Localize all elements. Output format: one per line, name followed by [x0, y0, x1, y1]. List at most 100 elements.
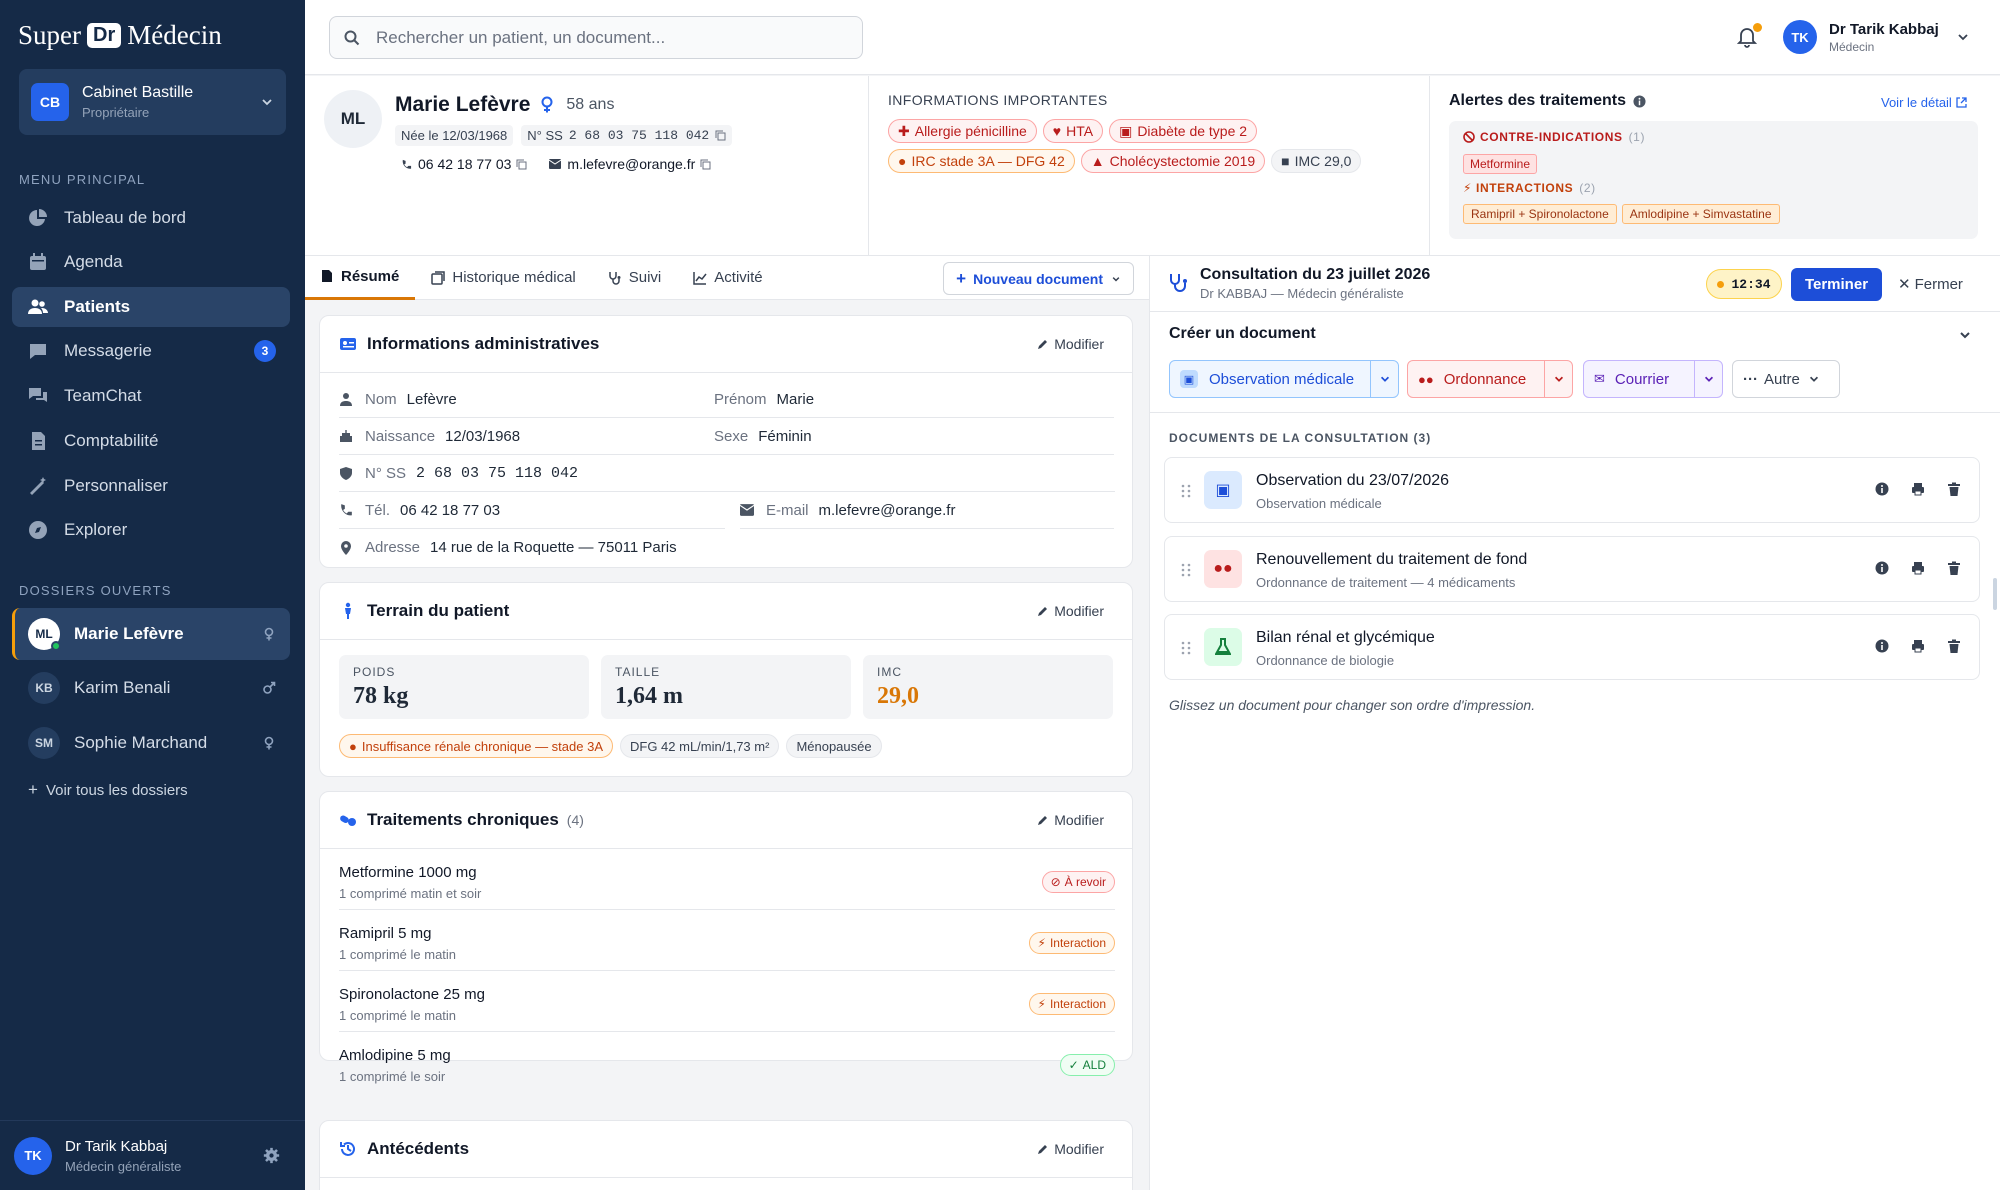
scrollbar[interactable] — [1993, 578, 1997, 610]
sidebar-item-dashboard[interactable]: Tableau de bord — [12, 198, 290, 238]
modify-button[interactable]: Modifier — [1037, 336, 1104, 352]
chevron-down-icon[interactable] — [1544, 361, 1572, 397]
mail-icon — [740, 504, 754, 516]
interaction-tag[interactable]: Amlodipine + Simvastatine — [1621, 204, 1780, 224]
sidebar-item-messagerie[interactable]: Messagerie 3 — [12, 331, 290, 371]
field-email: E-mail m.lefevre@orange.fr — [740, 492, 1114, 529]
bolt-icon: ⚡ — [1037, 936, 1046, 950]
treatment-row[interactable]: Spironolactone 25 mg 1 comprimé le matin… — [339, 971, 1115, 1032]
shield-icon — [340, 467, 352, 480]
document-type: Ordonnance de biologie — [1256, 653, 1395, 668]
gear-icon[interactable] — [263, 1147, 280, 1164]
search-input[interactable]: Rechercher un patient, un document... — [329, 16, 863, 59]
see-all-dossiers-link[interactable]: + Voir tous les dossiers — [28, 780, 188, 800]
document-item[interactable]: ●● Renouvellement du traitement de fond … — [1164, 536, 1980, 602]
copy-icon[interactable] — [516, 159, 527, 170]
sidebar-user[interactable]: TK Dr Tarik Kabbaj Médecin généraliste — [0, 1120, 305, 1190]
modify-button[interactable]: Modifier — [1037, 812, 1104, 828]
alerts-detail-link[interactable]: Voir le détail — [1881, 95, 1967, 110]
chevron-down-icon[interactable] — [1694, 361, 1722, 397]
patient-email: m.lefevre@orange.fr — [567, 156, 696, 172]
chevron-down-icon — [1112, 276, 1120, 281]
chevron-down-icon[interactable] — [1958, 328, 1972, 342]
print-icon[interactable] — [1911, 482, 1925, 496]
create-doc-title: Créer un document — [1169, 325, 1316, 342]
bolt-icon: ⚡ — [1463, 181, 1473, 195]
treatment-name: Amlodipine 5 mg — [339, 1047, 451, 1064]
finish-button[interactable]: Terminer — [1791, 268, 1882, 301]
dfg-chip: DFG 42 mL/min/1,73 m² — [620, 734, 780, 758]
male-icon — [263, 681, 276, 694]
copy-icon[interactable] — [715, 130, 726, 141]
info-icon[interactable] — [1875, 639, 1889, 653]
chevron-down-icon — [262, 99, 272, 106]
notifications-button[interactable] — [1737, 23, 1762, 48]
sidebar-item-explorer[interactable]: Explorer — [12, 510, 290, 550]
avatar: TK — [1783, 20, 1817, 54]
cabinet-switcher[interactable]: CB Cabinet Bastille Propriétaire — [19, 69, 286, 135]
new-document-button[interactable]: + Nouveau document — [943, 262, 1134, 295]
drag-handle-icon[interactable] — [1181, 563, 1191, 577]
status-badge: ✓ ALD — [1059, 1054, 1115, 1076]
sidebar-item-personnaliser[interactable]: Personnaliser — [12, 466, 290, 506]
trash-icon[interactable] — [1947, 482, 1961, 496]
copy-icon[interactable] — [700, 159, 711, 170]
drag-handle-icon[interactable] — [1181, 641, 1191, 655]
create-courrier-button[interactable]: ✉ Courrier — [1583, 360, 1723, 398]
dossier-item-sophie[interactable]: SM Sophie Marchand — [12, 717, 290, 769]
print-icon[interactable] — [1911, 561, 1925, 575]
field-sexe: Sexe Féminin — [714, 418, 1114, 455]
topbar: Rechercher un patient, un document... TK… — [305, 0, 2000, 75]
close-button[interactable]: ✕ Fermer — [1898, 275, 1963, 294]
plus-icon: + — [28, 780, 38, 799]
trash-icon[interactable] — [1947, 639, 1961, 653]
info-icon[interactable] — [1875, 482, 1889, 496]
modify-button[interactable]: Modifier — [1037, 603, 1104, 619]
sidebar-item-teamchat[interactable]: TeamChat — [12, 376, 290, 416]
allergy-chip: ✚ Allergie pénicilline — [888, 119, 1037, 143]
tab-activite[interactable]: Activité — [677, 256, 778, 300]
tab-resume[interactable]: Résumé — [305, 256, 416, 300]
avatar: TK — [14, 1136, 52, 1175]
diabetes-chip: ▣ Diabète de type 2 — [1109, 119, 1258, 143]
ss-value: 2 68 03 75 118 042 — [416, 464, 579, 482]
print-icon[interactable] — [1911, 639, 1925, 653]
treatment-row[interactable]: Ramipril 5 mg 1 comprimé le matin ⚡ Inter… — [339, 910, 1115, 971]
treatment-row[interactable]: Amlodipine 5 mg 1 comprimé le soir ✓ ALD — [339, 1032, 1115, 1093]
pill-icon: ✚ — [898, 122, 910, 139]
tab-historique[interactable]: Historique médical — [415, 256, 591, 300]
compass-icon — [29, 521, 47, 539]
document-icon — [322, 270, 332, 282]
contra-tag[interactable]: Metformine — [1463, 154, 1538, 174]
treatment-name: Spironolactone 25 mg — [339, 986, 485, 1003]
sidebar-item-agenda[interactable]: Agenda — [12, 242, 290, 282]
document-item[interactable]: Bilan rénal et glycémique Ordonnance de … — [1164, 614, 1980, 680]
imc-stat: IMC 29,0 — [863, 655, 1113, 719]
cabinet-avatar: CB — [31, 83, 69, 121]
create-other-button[interactable]: ··· Autre — [1732, 360, 1840, 398]
treatment-row[interactable]: Metformine 1000 mg 1 comprimé matin et s… — [339, 849, 1115, 910]
dossier-item-karim[interactable]: KB Karim Benali — [12, 662, 290, 714]
sidebar-item-patients[interactable]: Patients — [12, 287, 290, 327]
brand-mid: Dr — [87, 22, 122, 48]
user-menu[interactable]: TK Dr Tarik Kabbaj Médecin — [1783, 20, 1970, 54]
pills-icon: ●● — [1418, 371, 1434, 387]
sidebar-item-comptabilite[interactable]: Comptabilité — [12, 421, 290, 461]
interaction-tag[interactable]: Ramipril + Spironolactone — [1463, 204, 1617, 224]
chevron-down-icon[interactable] — [1370, 361, 1398, 397]
patient-birth: Née le 12/03/1968 — [395, 125, 514, 146]
dossier-item-marie[interactable]: ML Marie Lefèvre — [12, 608, 290, 660]
document-item[interactable]: ▣ Observation du 23/07/2026 Observation … — [1164, 457, 1980, 523]
phone-icon — [341, 504, 352, 516]
create-observation-button[interactable]: ▣ Observation médicale — [1169, 360, 1399, 398]
menu-title: MENU PRINCIPAL — [19, 172, 146, 187]
document-title: Bilan rénal et glycémique — [1256, 629, 1435, 646]
info-icon[interactable] — [1875, 561, 1889, 575]
drag-handle-icon[interactable] — [1181, 484, 1191, 498]
create-ordonnance-button[interactable]: ●● Ordonnance — [1407, 360, 1573, 398]
modify-button[interactable]: Modifier — [1037, 1141, 1104, 1157]
trash-icon[interactable] — [1947, 561, 1961, 575]
brand-logo[interactable]: Super Dr Médecin — [18, 18, 222, 52]
tab-suivi[interactable]: Suivi — [592, 256, 678, 300]
drop-icon: ● — [898, 153, 907, 169]
